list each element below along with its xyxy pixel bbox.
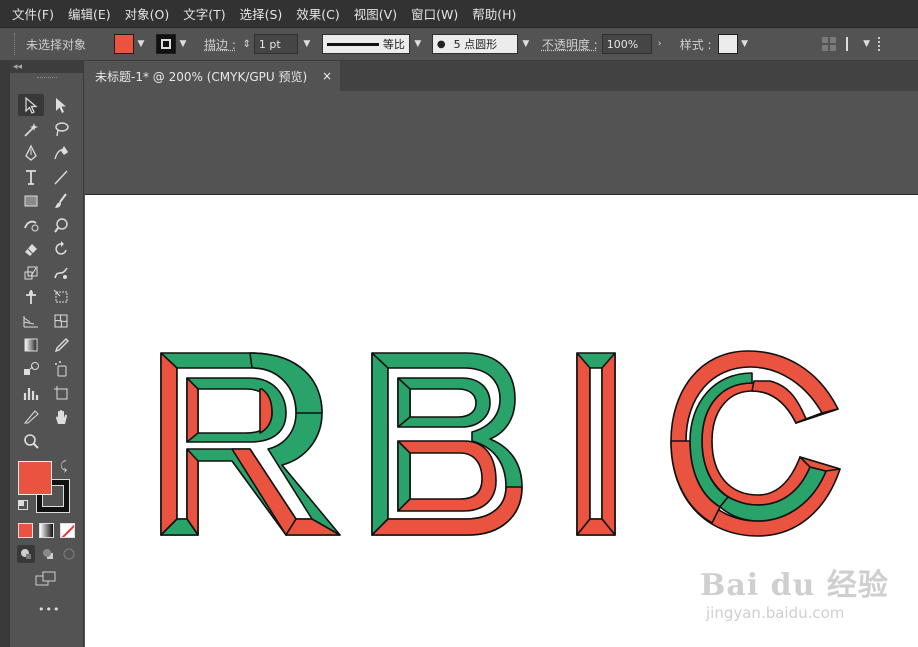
graphic-style-swatch[interactable] bbox=[717, 34, 738, 54]
gradient-tool-icon[interactable] bbox=[18, 334, 44, 356]
rectangle-tool-icon[interactable] bbox=[18, 190, 44, 212]
rotate-tool-icon[interactable] bbox=[48, 238, 74, 260]
menu-select[interactable]: 选择(S) bbox=[240, 4, 283, 23]
eyedropper-tool-icon[interactable] bbox=[48, 334, 74, 356]
opacity-field[interactable]: 100% bbox=[601, 34, 652, 54]
control-menu-icon[interactable] bbox=[877, 37, 881, 51]
eraser-tool-icon[interactable] bbox=[18, 238, 44, 260]
stroke-weight-stepper-icon[interactable]: ⇕ bbox=[240, 34, 254, 54]
zoom-tool-icon[interactable] bbox=[18, 430, 44, 452]
magic-wand-tool-icon[interactable] bbox=[18, 118, 44, 140]
close-tab-icon[interactable]: × bbox=[322, 69, 332, 83]
pen-tool-icon[interactable] bbox=[18, 142, 44, 164]
letter-c[interactable] bbox=[670, 350, 841, 537]
curvature-tool-icon[interactable] bbox=[48, 142, 74, 164]
opacity-label[interactable]: 不透明度 : bbox=[542, 36, 598, 53]
shaper-tool-icon[interactable] bbox=[18, 214, 44, 236]
free-transform-tool-icon[interactable] bbox=[48, 286, 74, 308]
menu-view[interactable]: 视图(V) bbox=[354, 4, 397, 23]
menu-type[interactable]: 文字(T) bbox=[183, 4, 225, 23]
profile-dropdown-icon[interactable]: ▼ bbox=[410, 34, 426, 54]
color-mode-icon[interactable] bbox=[18, 523, 33, 538]
control-bar: 未选择对象 ▼ ▼ 描边 : ⇕ 1 pt ▼ 等比 ▼ ● 5 点圆形 ▼ 不… bbox=[0, 28, 918, 61]
pasteboard[interactable] bbox=[85, 91, 918, 194]
screen-mode-icon[interactable] bbox=[35, 570, 57, 588]
perspective-grid-tool-icon[interactable] bbox=[18, 310, 44, 332]
scale-tool-icon[interactable] bbox=[18, 262, 44, 284]
opacity-arrow-icon[interactable]: › bbox=[652, 34, 668, 54]
selection-status: 未选择对象 bbox=[26, 37, 87, 52]
puppet-warp-tool-icon[interactable] bbox=[18, 286, 44, 308]
panel-grip[interactable] bbox=[10, 73, 83, 81]
hand-tool-icon[interactable] bbox=[48, 406, 74, 428]
fill-color-swatch[interactable] bbox=[114, 34, 134, 54]
menu-effect[interactable]: 效果(C) bbox=[296, 4, 339, 23]
lasso-tool-icon[interactable] bbox=[48, 118, 74, 140]
brush-dropdown-icon[interactable]: ▼ bbox=[518, 34, 534, 54]
arrange-dropdown-icon[interactable]: ▼ bbox=[860, 34, 874, 54]
fill-dropdown-icon[interactable]: ▼ bbox=[134, 34, 148, 54]
stroke-color-swatch[interactable] bbox=[156, 34, 176, 54]
menu-object[interactable]: 对象(O) bbox=[125, 4, 170, 23]
letter-r[interactable] bbox=[160, 352, 341, 536]
brush-definition[interactable]: ● 5 点圆形 bbox=[431, 34, 518, 54]
baidu-watermark: Bai du 经验 jingyan.baidu.com bbox=[700, 560, 890, 630]
profile-label: 等比 bbox=[382, 38, 405, 51]
arrange-icon[interactable] bbox=[845, 37, 860, 51]
draw-inside-icon[interactable] bbox=[60, 545, 78, 563]
left-dock-edge bbox=[0, 61, 10, 647]
direct-selection-tool-icon[interactable] bbox=[48, 94, 74, 116]
stroke-dropdown-icon[interactable]: ▼ bbox=[176, 34, 190, 54]
control-bar-grip[interactable] bbox=[14, 33, 20, 55]
blend-tool-icon[interactable] bbox=[18, 358, 44, 380]
letter-b[interactable] bbox=[371, 352, 523, 536]
stroke-weight-dropdown-icon[interactable]: ▼ bbox=[298, 34, 316, 54]
stroke-label[interactable]: 描边 : bbox=[204, 36, 236, 53]
edit-toolbar-icon[interactable]: ••• bbox=[38, 603, 60, 616]
line-segment-tool-icon[interactable] bbox=[48, 166, 74, 188]
symbol-sprayer-tool-icon[interactable] bbox=[48, 358, 74, 380]
blob-brush-tool-icon[interactable] bbox=[48, 214, 74, 236]
document-tab[interactable]: 未标题-1* @ 200% (CMYK/GPU 预览) × bbox=[85, 61, 340, 91]
default-colors-icon[interactable] bbox=[18, 500, 28, 510]
letter-i[interactable] bbox=[576, 352, 616, 536]
stroke-weight-field[interactable]: 1 pt bbox=[253, 34, 298, 54]
style-dropdown-icon[interactable]: ▼ bbox=[738, 34, 752, 54]
fill-color-box[interactable] bbox=[18, 461, 52, 495]
none-mode-icon[interactable] bbox=[60, 523, 75, 538]
column-graph-tool-icon[interactable] bbox=[18, 382, 44, 404]
menu-edit[interactable]: 编辑(E) bbox=[68, 4, 111, 23]
style-label: 样式 : bbox=[679, 37, 712, 52]
watermark-url: jingyan.baidu.com bbox=[706, 604, 845, 622]
menu-file[interactable]: 文件(F) bbox=[12, 4, 54, 23]
gradient-mode-icon[interactable] bbox=[39, 523, 54, 538]
artboard-tool-icon[interactable] bbox=[48, 382, 74, 404]
document-tab-title: 未标题-1* @ 200% (CMYK/GPU 预览) bbox=[95, 69, 308, 84]
warp-tool-icon[interactable] bbox=[48, 262, 74, 284]
swap-fill-stroke-icon[interactable]: ⤹ bbox=[60, 459, 67, 474]
paintbrush-tool-icon[interactable] bbox=[48, 190, 74, 212]
draw-behind-icon[interactable] bbox=[39, 545, 57, 563]
menu-help[interactable]: 帮助(H) bbox=[472, 4, 516, 23]
menu-window[interactable]: 窗口(W) bbox=[411, 4, 458, 23]
selection-tool-icon[interactable] bbox=[18, 94, 44, 116]
align-grid-icon[interactable] bbox=[821, 37, 836, 51]
mesh-tool-icon[interactable] bbox=[48, 310, 74, 332]
profile-line-icon bbox=[326, 42, 379, 46]
document-tab-bar: 未标题-1* @ 200% (CMYK/GPU 预览) × bbox=[85, 61, 918, 91]
stroke-swatch-inner-icon bbox=[161, 39, 171, 49]
menu-bar: 文件(F) 编辑(E) 对象(O) 文字(T) 选择(S) 效果(C) 视图(V… bbox=[0, 0, 918, 28]
brush-dot-icon: ● bbox=[436, 38, 446, 50]
watermark-brand: Bai du 经验 bbox=[700, 568, 889, 603]
panel-collapse-icon[interactable]: ◂◂ bbox=[10, 61, 83, 73]
slice-tool-icon[interactable] bbox=[18, 406, 44, 428]
brush-label: 5 点圆形 bbox=[453, 38, 498, 51]
variable-width-profile[interactable]: 等比 bbox=[321, 34, 410, 54]
type-tool-icon[interactable] bbox=[18, 166, 44, 188]
draw-normal-icon[interactable] bbox=[17, 545, 35, 563]
